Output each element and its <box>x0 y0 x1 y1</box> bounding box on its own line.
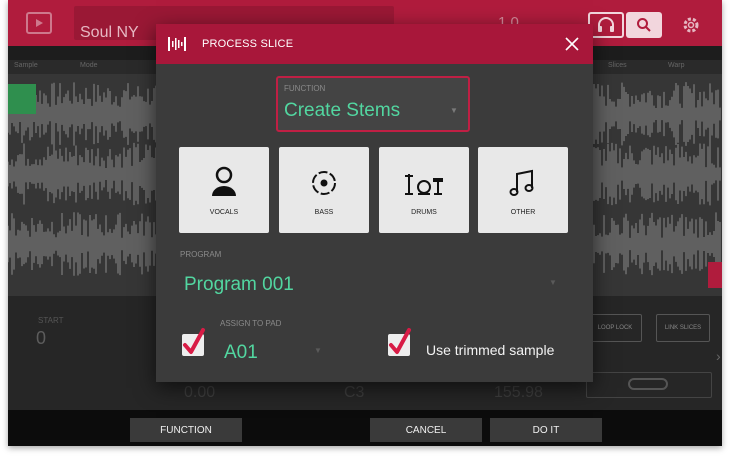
dialog-title: PROCESS SLICE <box>202 38 294 50</box>
dialog-header: PROCESS SLICE <box>156 24 593 64</box>
function-value: Create Stems <box>284 100 401 121</box>
headphones-button[interactable] <box>588 12 624 38</box>
dropdown-arrow-icon: ▼ <box>549 278 557 287</box>
bottom-bar <box>8 410 722 446</box>
slice-end-marker[interactable] <box>708 262 722 288</box>
stem-label: OTHER <box>510 209 536 216</box>
bass-icon <box>312 171 336 195</box>
zoom-icon <box>637 18 651 32</box>
dropdown-arrow-icon: ▼ <box>314 346 322 355</box>
param-value[interactable]: 155.98 <box>494 384 543 402</box>
start-label: START <box>38 316 64 325</box>
start-value[interactable]: 0 <box>36 328 46 349</box>
sub-label: Mode <box>80 62 98 69</box>
slice-process-icon <box>168 37 186 51</box>
process-slice-dialog: PROCESS SLICE FUNCTION Create Stems ▼ VO… <box>156 24 593 382</box>
param-value[interactable]: 0.00 <box>184 384 215 402</box>
cancel-button[interactable]: CANCEL <box>370 418 482 442</box>
assign-to-pad-label: ASSIGN TO PAD <box>220 319 282 328</box>
chevron-right-icon[interactable]: › <box>716 348 721 364</box>
other-icon <box>509 169 534 196</box>
pad-select[interactable]: A01 <box>224 342 258 364</box>
use-trimmed-sample-checkbox[interactable] <box>388 328 411 356</box>
sub-label: Slices <box>608 62 627 69</box>
headphones-icon <box>598 17 614 32</box>
link-slices-button[interactable]: LINK SLICES <box>656 314 710 342</box>
sub-label: Sample <box>14 62 38 69</box>
vocals-stem-button[interactable]: VOCALS <box>179 147 269 233</box>
use-trimmed-sample-label: Use trimmed sample <box>426 342 555 358</box>
app-screen: Soul NY 1.0 Sample Mode Slices Warp STAR… <box>8 0 722 446</box>
program-select[interactable]: Program 001 <box>184 274 294 296</box>
checkmark-icon <box>389 328 411 354</box>
checkmark-icon <box>183 328 205 354</box>
sample-name: Soul NY <box>80 24 139 41</box>
slice-marker[interactable] <box>8 84 36 114</box>
stem-label: BASS <box>314 209 334 216</box>
stem-label: VOCALS <box>209 209 239 216</box>
function-button[interactable]: FUNCTION <box>130 418 242 442</box>
drums-stem-button[interactable]: DRUMS <box>379 147 469 233</box>
bass-stem-button[interactable]: BASS <box>279 147 369 233</box>
dropdown-arrow-icon: ▼ <box>450 106 458 115</box>
drums-icon <box>405 174 443 195</box>
function-select[interactable]: FUNCTION Create Stems ▼ <box>276 76 470 132</box>
close-icon[interactable] <box>562 34 582 54</box>
loop-icon <box>628 378 668 390</box>
gear-icon <box>683 17 699 33</box>
program-label: PROGRAM <box>180 250 222 259</box>
do-it-button[interactable]: DO IT <box>490 418 602 442</box>
settings-button[interactable] <box>680 14 702 36</box>
param-value[interactable]: C3 <box>344 384 364 402</box>
other-stem-button[interactable]: OTHER <box>478 147 568 233</box>
vocals-icon <box>212 166 236 196</box>
loop-lock-button[interactable]: LOOP LOCK <box>588 314 642 342</box>
browser-icon[interactable] <box>26 12 52 34</box>
function-label: FUNCTION <box>284 84 326 93</box>
zoom-button[interactable] <box>626 12 662 38</box>
stem-label: DRUMS <box>411 209 437 216</box>
assign-to-pad-checkbox[interactable] <box>182 328 205 356</box>
sub-label: Warp <box>668 62 685 69</box>
